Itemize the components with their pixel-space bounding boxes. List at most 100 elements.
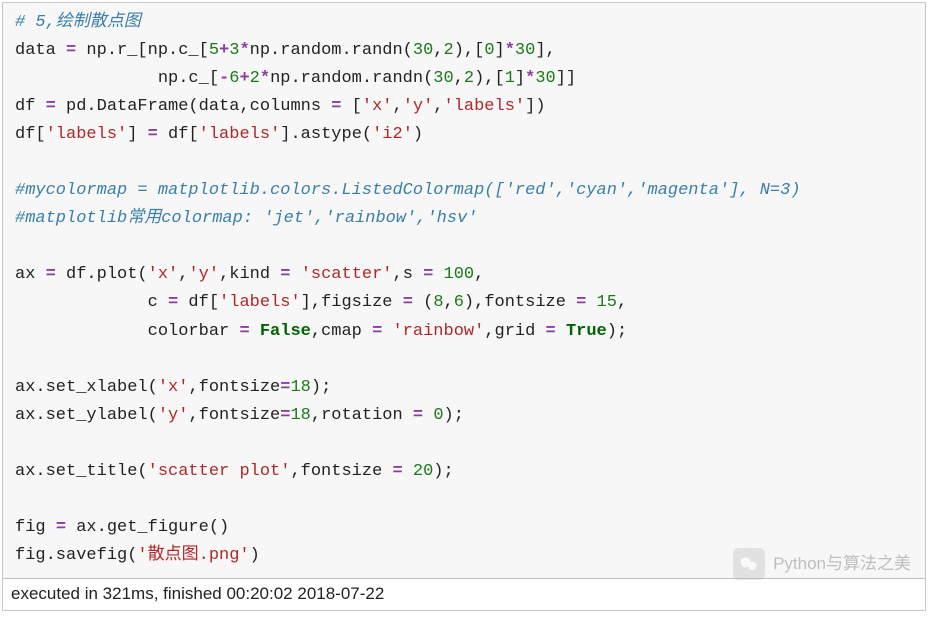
kw-true: True	[566, 322, 607, 341]
op-eq: =	[413, 406, 423, 425]
comma: ,	[444, 293, 454, 312]
code-token: ,cmap	[311, 322, 372, 341]
code-token: fig.savefig(	[15, 546, 137, 565]
num: 30	[515, 41, 535, 60]
op-eq: =	[280, 265, 290, 284]
code-token: ax.set_ylabel(	[15, 406, 158, 425]
comma: ,	[433, 97, 443, 116]
comma: ,	[454, 69, 464, 88]
code-token: );	[444, 406, 464, 425]
num: 8	[433, 293, 443, 312]
code-token: df	[15, 97, 46, 116]
str: 'x'	[148, 265, 179, 284]
comma: ,	[474, 265, 484, 284]
num: 30	[433, 69, 453, 88]
op-eq: =	[331, 97, 341, 116]
op-plus: +	[239, 69, 249, 88]
op-star: *	[239, 41, 249, 60]
str: 'x'	[158, 378, 189, 397]
code-token: )	[250, 546, 260, 565]
num: 2	[444, 41, 454, 60]
code-token: ].astype(	[280, 125, 372, 144]
op-eq: =	[239, 322, 249, 341]
code-token: np.r_[np.c_[	[76, 41, 209, 60]
num: 20	[413, 462, 433, 481]
comment-line-1: # 5,绘制散点图	[15, 13, 141, 32]
comment-line-7: #mycolormap = matplotlib.colors.ListedCo…	[15, 181, 801, 200]
num: 100	[444, 265, 475, 284]
num: 3	[229, 41, 239, 60]
code-token: );	[607, 322, 627, 341]
op-eq: =	[576, 293, 586, 312]
num: 18	[290, 378, 310, 397]
comma: ,	[178, 265, 188, 284]
code-token: ]	[515, 69, 525, 88]
code-token: np.random.randn(	[270, 69, 433, 88]
op-eq: =	[66, 41, 76, 60]
str: '散点图.png'	[137, 546, 249, 565]
kw-false: False	[260, 322, 311, 341]
op-eq: =	[546, 322, 556, 341]
code-token: c	[15, 293, 168, 312]
comment-line-8: #matplotlib常用colormap: 'jet','rainbow','…	[15, 209, 477, 228]
code-token: ax	[15, 265, 46, 284]
code-token: );	[433, 462, 453, 481]
code-token: )	[413, 125, 423, 144]
op-eq: =	[148, 125, 158, 144]
num: 1	[505, 69, 515, 88]
num: 30	[413, 41, 433, 60]
execution-status: executed in 321ms, finished 00:20:02 201…	[3, 578, 925, 610]
code-token: df[	[15, 125, 46, 144]
op-eq: =	[423, 265, 433, 284]
op-eq: =	[372, 322, 382, 341]
code-cell: # 5,绘制散点图 data = np.r_[np.c_[5+3*np.rand…	[2, 2, 926, 611]
code-token: colorbar	[15, 322, 239, 341]
comma: ,	[617, 293, 627, 312]
comma: ,	[392, 97, 402, 116]
code-token: ]	[495, 41, 505, 60]
code-token: ),[	[454, 41, 485, 60]
str: 'y'	[403, 97, 434, 116]
num: 0	[484, 41, 494, 60]
sp	[556, 322, 566, 341]
str: 'y'	[188, 265, 219, 284]
code-token: ],figsize	[301, 293, 403, 312]
op-plus: +	[219, 41, 229, 60]
str: 'rainbow'	[392, 322, 484, 341]
code-token: ax.set_title(	[15, 462, 148, 481]
str: 'y'	[158, 406, 189, 425]
code-token: fig	[15, 518, 56, 537]
code-token: df[	[158, 125, 199, 144]
code-token: );	[311, 378, 331, 397]
op-eq: =	[56, 518, 66, 537]
sp	[382, 322, 392, 341]
code-token: ),[	[474, 69, 505, 88]
num: 30	[535, 69, 555, 88]
num: 5	[209, 41, 219, 60]
code-token: ,kind	[219, 265, 280, 284]
op-star: *	[525, 69, 535, 88]
op-minus: -	[219, 69, 229, 88]
sp	[433, 265, 443, 284]
code-token: ,grid	[484, 322, 545, 341]
str: 'scatter'	[301, 265, 393, 284]
code-token: ],	[535, 41, 555, 60]
num: 2	[464, 69, 474, 88]
code-token: ,fontsize	[188, 406, 280, 425]
sp	[423, 406, 433, 425]
num: 2	[250, 69, 260, 88]
code-token: np.random.randn(	[250, 41, 413, 60]
comma: ,	[433, 41, 443, 60]
sp	[250, 322, 260, 341]
str: 'labels'	[219, 293, 301, 312]
code-token: ,fontsize	[188, 378, 280, 397]
op-eq: =	[403, 293, 413, 312]
code-token: [	[341, 97, 361, 116]
op-eq: =	[46, 265, 56, 284]
code-token: ,s	[393, 265, 424, 284]
sp	[586, 293, 596, 312]
num: 15	[597, 293, 617, 312]
sp	[403, 462, 413, 481]
op-eq: =	[280, 406, 290, 425]
code-token: (	[413, 293, 433, 312]
